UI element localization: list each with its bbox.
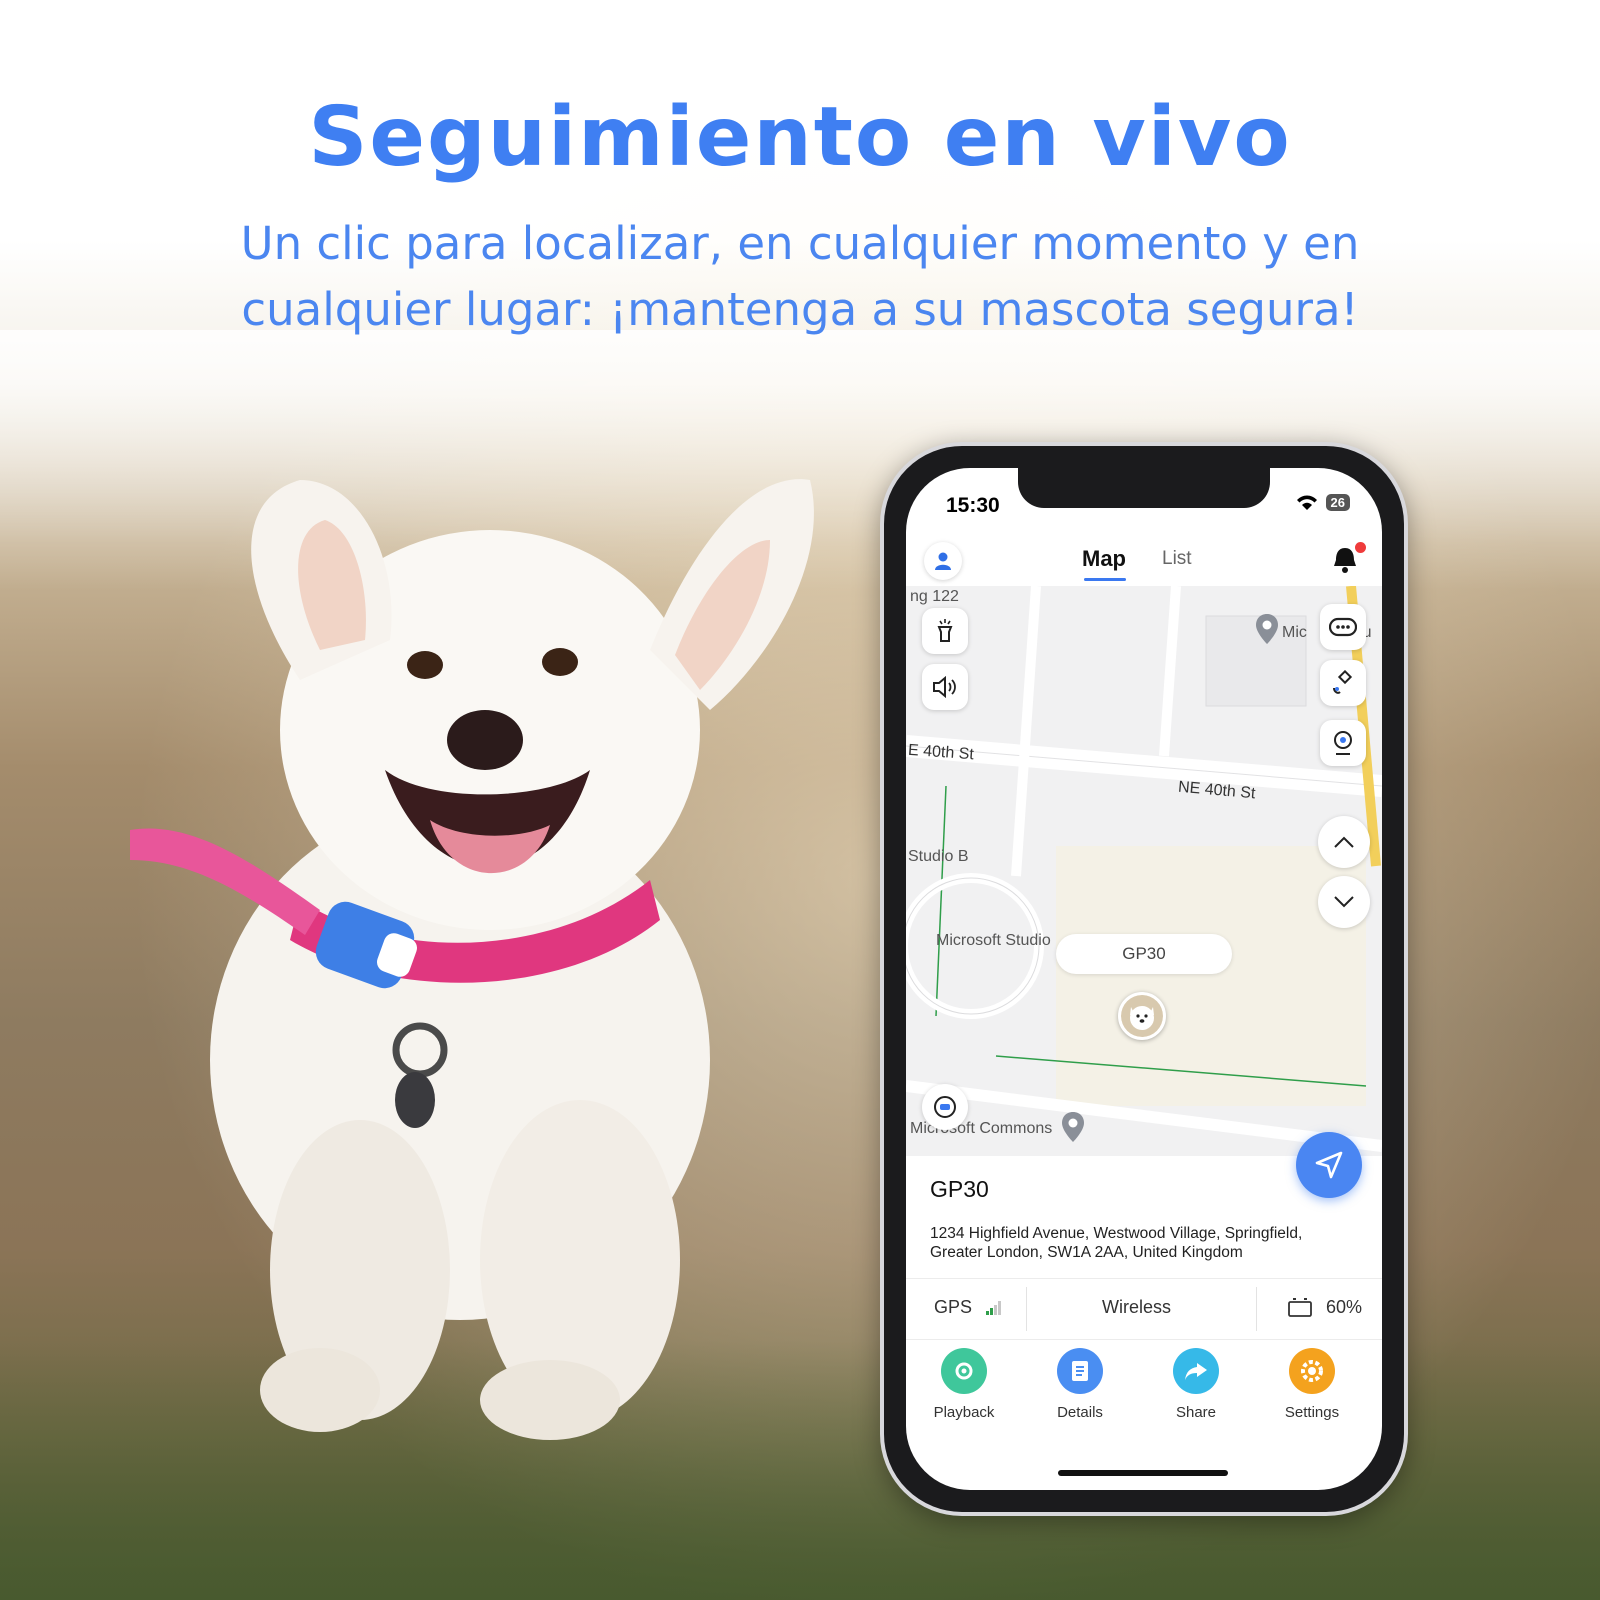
tab-map[interactable]: Map bbox=[1082, 546, 1126, 572]
speaker-icon bbox=[933, 676, 956, 698]
map-pin-icon bbox=[1062, 1112, 1084, 1142]
notification-dot bbox=[1355, 542, 1366, 553]
details-label: Details bbox=[1057, 1404, 1103, 1421]
flashlight-icon bbox=[937, 619, 953, 642]
device-name: GP30 bbox=[930, 1176, 989, 1202]
gps-label: GPS bbox=[934, 1297, 973, 1317]
tab-list[interactable]: List bbox=[1162, 548, 1192, 570]
device-stats-bar: GPS Wireless 60% bbox=[906, 1278, 1382, 1340]
steering-wheel-icon bbox=[934, 1096, 956, 1118]
map-roads bbox=[906, 586, 1382, 1156]
hero-header: Seguimiento en vivo Un clic para localiz… bbox=[0, 90, 1600, 343]
sound-button[interactable] bbox=[922, 664, 968, 710]
phone-mockup: 15:30 26 Map List ng 122 Mic E 40th St N… bbox=[880, 442, 1408, 1516]
settings-label: Settings bbox=[1284, 1404, 1340, 1421]
webcam-icon bbox=[1334, 731, 1352, 755]
connection-type: Wireless bbox=[1102, 1297, 1172, 1317]
share-button[interactable]: Share bbox=[1146, 1348, 1246, 1421]
chevron-down-icon bbox=[1334, 896, 1354, 908]
details-icon bbox=[1057, 1348, 1103, 1394]
satellite-button[interactable] bbox=[1320, 660, 1366, 706]
zoom-up-button[interactable] bbox=[1318, 816, 1370, 868]
battery-level: 60% bbox=[1325, 1297, 1362, 1317]
share-icon bbox=[1173, 1348, 1219, 1394]
subheadline: Un clic para localizar, en cualquier mom… bbox=[240, 217, 1360, 336]
playback-label: Playback bbox=[933, 1404, 995, 1421]
battery-icon bbox=[1288, 1297, 1312, 1317]
status-bar: 15:30 26 bbox=[946, 494, 1350, 524]
webcam-button[interactable] bbox=[1320, 720, 1366, 766]
satellite-icon bbox=[1333, 670, 1353, 694]
locate-button[interactable] bbox=[1296, 1132, 1362, 1198]
profile-button[interactable] bbox=[924, 542, 962, 580]
pet-location-marker[interactable] bbox=[1118, 992, 1166, 1040]
playback-button[interactable]: Playback bbox=[914, 1348, 1014, 1421]
chevron-up-icon bbox=[1334, 836, 1354, 848]
action-bar: Playback Details Share Settings bbox=[906, 1348, 1382, 1438]
dog-image bbox=[130, 479, 814, 1440]
map-label-studio-b: Studio B bbox=[908, 848, 969, 865]
gear-icon bbox=[1289, 1348, 1335, 1394]
details-button[interactable]: Details bbox=[1030, 1348, 1130, 1421]
stats-divider bbox=[1026, 1287, 1027, 1331]
top-nav: Map List bbox=[906, 526, 1382, 586]
stats-divider bbox=[1256, 1287, 1257, 1331]
share-label: Share bbox=[1175, 1404, 1217, 1421]
zoom-down-button[interactable] bbox=[1318, 876, 1370, 928]
wifi-icon bbox=[1296, 495, 1317, 510]
map-pin-icon bbox=[1256, 614, 1278, 644]
settings-button[interactable]: Settings bbox=[1262, 1348, 1362, 1421]
map-label-building: ng 122 bbox=[910, 588, 959, 605]
device-address: 1234 Highfield Avenue, Westwood Village,… bbox=[930, 1225, 1303, 1261]
user-icon bbox=[935, 552, 951, 570]
chat-button[interactable] bbox=[1320, 604, 1366, 650]
pet-avatar-icon bbox=[1121, 995, 1163, 1037]
navigation-arrow-icon bbox=[1315, 1151, 1343, 1179]
app-screen: 15:30 26 Map List ng 122 Mic E 40th St N… bbox=[906, 468, 1382, 1490]
home-indicator[interactable] bbox=[1058, 1470, 1228, 1476]
headline: Seguimiento en vivo bbox=[308, 90, 1292, 185]
active-tab-indicator bbox=[1084, 578, 1126, 581]
map-label-mic: Mic bbox=[1282, 624, 1307, 641]
map-label-microsoft-studio: Microsoft Studio bbox=[936, 932, 1051, 949]
map-view[interactable]: ng 122 Mic Bu E 40th St NE 40th St Studi… bbox=[906, 586, 1382, 1156]
status-time: 15:30 bbox=[946, 494, 1000, 517]
signal-icon bbox=[986, 1300, 1002, 1315]
device-bubble[interactable]: GP30 bbox=[1056, 934, 1232, 974]
drive-mode-button[interactable] bbox=[922, 1084, 968, 1130]
chat-icon bbox=[1329, 617, 1357, 637]
flashlight-button[interactable] bbox=[922, 608, 968, 654]
battery-indicator: 26 bbox=[1325, 494, 1350, 511]
playback-icon bbox=[941, 1348, 987, 1394]
